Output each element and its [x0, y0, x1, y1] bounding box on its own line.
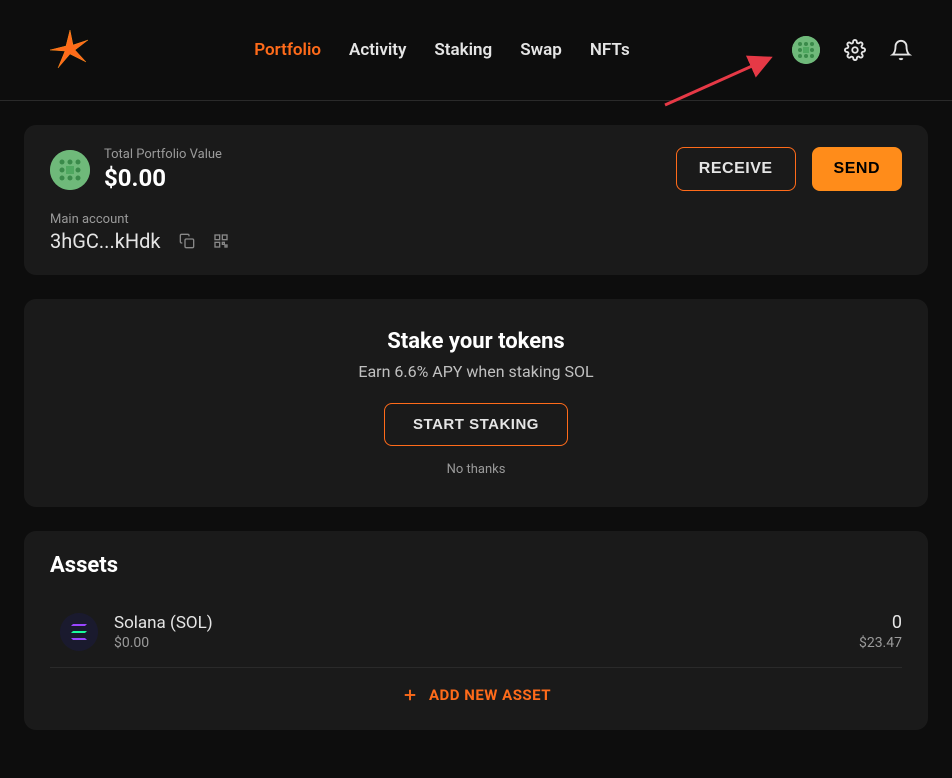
portfolio-actions: RECEIVE SEND: [676, 147, 902, 191]
dismiss-promo-link[interactable]: No thanks: [50, 462, 902, 477]
asset-balance: 0: [859, 612, 902, 633]
account-identicon-icon: [792, 36, 820, 64]
qr-code-button[interactable]: [213, 233, 229, 249]
promo-title: Stake your tokens: [50, 329, 902, 354]
portfolio-value-group: Total Portfolio Value $0.00: [50, 147, 222, 192]
settings-button[interactable]: [844, 39, 866, 61]
account-address-row: 3hGC...kHdk: [50, 229, 902, 253]
add-asset-label: ADD NEW ASSET: [429, 686, 551, 704]
promo-subtitle: Earn 6.6% APY when staking SOL: [50, 362, 902, 381]
solana-icon: [60, 613, 98, 651]
notifications-button[interactable]: [890, 39, 912, 61]
asset-price: $23.47: [859, 635, 902, 651]
asset-info: Solana (SOL) $0.00: [114, 613, 859, 651]
asset-token-icon: [60, 613, 98, 651]
assets-heading: Assets: [50, 553, 902, 578]
add-asset-button[interactable]: ADD NEW ASSET: [50, 668, 902, 708]
account-avatar-button[interactable]: [792, 36, 820, 64]
asset-fiat-value: $0.00: [114, 635, 859, 651]
app-logo: [48, 28, 92, 72]
nav-activity[interactable]: Activity: [349, 40, 406, 60]
nav-staking[interactable]: Staking: [434, 40, 492, 60]
asset-name: Solana (SOL): [114, 613, 859, 633]
account-name-label: Main account: [50, 212, 902, 227]
app-header: Portfolio Activity Staking Swap NFTs: [0, 0, 952, 101]
start-staking-button[interactable]: START STAKING: [384, 403, 568, 446]
staking-promo-card: Stake your tokens Earn 6.6% APY when sta…: [24, 299, 928, 507]
asset-row[interactable]: Solana (SOL) $0.00 0 $23.47: [50, 602, 902, 668]
copy-address-button[interactable]: [179, 233, 195, 249]
portfolio-identicon-icon: [50, 150, 90, 190]
portfolio-avatar: [50, 150, 90, 190]
main-nav: Portfolio Activity Staking Swap NFTs: [254, 40, 630, 60]
assets-card: Assets Solana (SOL) $0.00 0 $23.47: [24, 531, 928, 730]
star-logo-icon: [48, 28, 92, 72]
portfolio-value-amount: $0.00: [104, 164, 222, 192]
account-section: Main account 3hGC...kHdk: [50, 212, 902, 253]
send-button[interactable]: SEND: [812, 147, 902, 191]
asset-amounts: 0 $23.47: [859, 612, 902, 651]
receive-button[interactable]: RECEIVE: [676, 147, 796, 191]
portfolio-summary-row: Total Portfolio Value $0.00 RECEIVE SEND: [50, 147, 902, 192]
gear-icon: [844, 39, 866, 61]
account-address: 3hGC...kHdk: [50, 229, 161, 253]
portfolio-value-label: Total Portfolio Value: [104, 147, 222, 162]
copy-icon: [179, 233, 195, 249]
qr-icon: [213, 233, 229, 249]
portfolio-card: Total Portfolio Value $0.00 RECEIVE SEND…: [24, 125, 928, 275]
main-content: Total Portfolio Value $0.00 RECEIVE SEND…: [0, 101, 952, 778]
nav-nfts[interactable]: NFTs: [590, 40, 630, 60]
nav-portfolio[interactable]: Portfolio: [254, 40, 321, 60]
plus-icon: [401, 686, 419, 704]
header-actions: [792, 36, 912, 64]
bell-icon: [890, 39, 912, 61]
nav-swap[interactable]: Swap: [520, 40, 562, 60]
